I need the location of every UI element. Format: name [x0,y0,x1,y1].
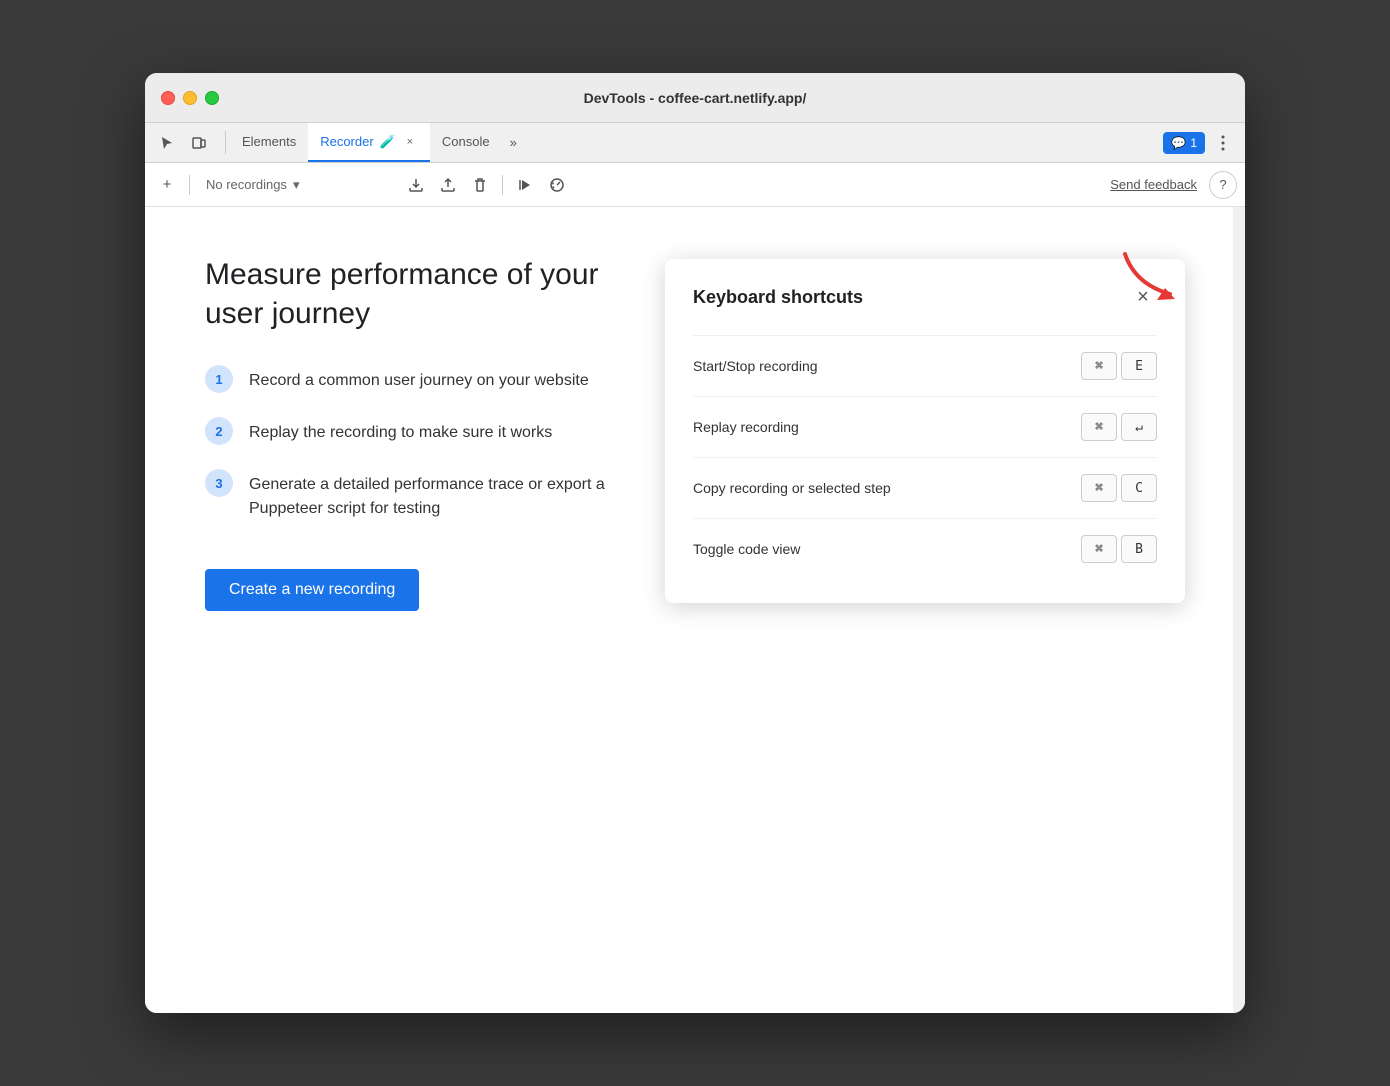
shortcuts-header: Keyboard shortcuts × [693,283,1157,311]
create-recording-button[interactable]: Create a new recording [205,569,419,611]
close-button[interactable] [161,91,175,105]
notification-count: 1 [1190,136,1197,150]
shortcut-keys-1: ⌘ E [1081,352,1157,380]
recordings-dropdown-label: No recordings [206,177,287,192]
tab-elements[interactable]: Elements [230,123,308,162]
shortcut-label-1: Start/Stop recording [693,358,818,374]
tab-console-label: Console [442,134,490,149]
kbd-cmd-3: ⌘ [1081,474,1117,502]
recorder-toolbar: + No recordings ▾ [145,163,1245,207]
shortcut-label-2: Replay recording [693,419,799,435]
kbd-cmd-2: ⌘ [1081,413,1117,441]
tab-recorder[interactable]: Recorder 🧪 × [308,123,430,162]
help-button[interactable]: ? [1209,171,1237,199]
main-content: Measure performance of youruser journey … [145,207,1245,1013]
traffic-lights [161,91,219,105]
toolbar-divider-2 [502,175,503,195]
window-title: DevTools - coffee-cart.netlify.app/ [584,90,807,106]
kbd-e: E [1121,352,1157,380]
title-bar: DevTools - coffee-cart.netlify.app/ [145,73,1245,123]
shortcuts-title: Keyboard shortcuts [693,287,863,308]
tab-elements-label: Elements [242,134,296,149]
flask-icon: 🧪 [380,134,396,150]
add-recording-button[interactable]: + [153,171,181,199]
kbd-enter: ↵ [1121,413,1157,441]
tab-right-controls: 💬 1 [1163,123,1237,162]
maximize-button[interactable] [205,91,219,105]
toolbar-divider-1 [189,175,190,195]
devtools-panel: Elements Recorder 🧪 × Console » 💬 1 [145,123,1245,1013]
shortcuts-close-button[interactable]: × [1129,283,1157,311]
delete-button[interactable] [466,171,494,199]
tab-more-button[interactable]: » [502,123,525,162]
step-text-2: Replay the recording to make sure it wor… [249,417,552,445]
device-toggle-button[interactable] [185,129,213,157]
shortcut-keys-3: ⌘ C [1081,474,1157,502]
minimize-button[interactable] [183,91,197,105]
step-badge-3: 3 [205,469,233,497]
shortcut-label-4: Toggle code view [693,541,800,557]
tab-more-icon: » [510,135,517,150]
chevron-down-icon: ▾ [293,177,300,193]
tab-recorder-label: Recorder [320,134,373,149]
shortcut-keys-2: ⌘ ↵ [1081,413,1157,441]
step-badge-2: 2 [205,417,233,445]
step-badge-1: 1 [205,365,233,393]
tab-bar: Elements Recorder 🧪 × Console » 💬 1 [145,123,1245,163]
send-feedback-button[interactable]: Send feedback [1102,173,1205,196]
tab-recorder-close[interactable]: × [402,134,418,150]
shortcut-row-4: Toggle code view ⌘ B [693,518,1157,579]
shortcut-row-1: Start/Stop recording ⌘ E [693,335,1157,396]
step-text-1: Record a common user journey on your web… [249,365,589,393]
kbd-b: B [1121,535,1157,563]
kbd-cmd-1: ⌘ [1081,352,1117,380]
shortcut-row-2: Replay recording ⌘ ↵ [693,396,1157,457]
shortcut-row-3: Copy recording or selected step ⌘ C [693,457,1157,518]
help-icon: ? [1219,177,1226,192]
overflow-menu-button[interactable] [1209,129,1237,157]
kbd-c: C [1121,474,1157,502]
tab-console[interactable]: Console [430,123,502,162]
import-button[interactable] [434,171,462,199]
recordings-dropdown[interactable]: No recordings ▾ [198,173,398,197]
more-options-container [1209,129,1237,157]
scrollbar-track[interactable] [1233,207,1245,1013]
kbd-cmd-4: ⌘ [1081,535,1117,563]
notification-icon: 💬 [1171,136,1186,150]
tab-controls [153,123,213,162]
add-icon: + [163,176,172,193]
step-text-3: Generate a detailed performance trace or… [249,469,605,521]
shortcut-keys-4: ⌘ B [1081,535,1157,563]
browser-window: DevTools - coffee-cart.netlify.app/ [145,73,1245,1013]
cursor-tool-button[interactable] [153,129,181,157]
export-button[interactable] [402,171,430,199]
notification-button[interactable]: 💬 1 [1163,132,1205,154]
replay-button[interactable] [511,171,539,199]
shortcut-label-3: Copy recording or selected step [693,480,891,496]
performance-button[interactable] [543,171,571,199]
tab-divider-left [225,131,226,154]
keyboard-shortcuts-panel: Keyboard shortcuts × Start/Stop recordin… [665,259,1185,603]
